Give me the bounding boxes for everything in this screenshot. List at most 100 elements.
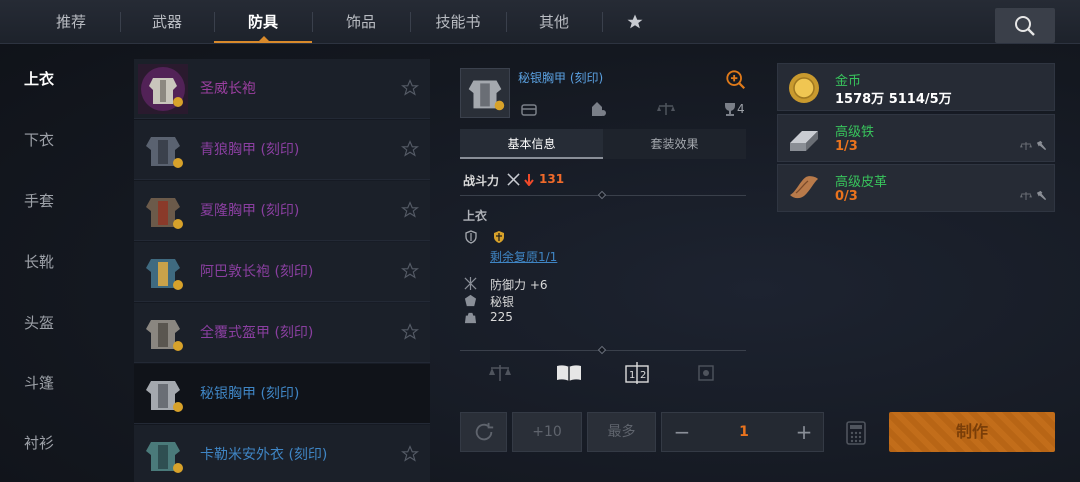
list-item[interactable]: 夏隆胸甲 (刻印) — [134, 181, 430, 241]
material-name: 金币 — [835, 74, 862, 89]
max-button[interactable]: 最多 — [587, 412, 656, 452]
item-name: 阿巴敦长袍 (刻印) — [200, 264, 314, 280]
category-cloak[interactable]: 斗篷 — [0, 372, 78, 393]
defense-icon — [464, 277, 477, 290]
list-item[interactable]: 全覆式盔甲 (刻印) — [134, 303, 430, 363]
tab-recommended[interactable]: 推荐 — [22, 0, 120, 44]
weight-icon — [464, 312, 477, 324]
combat-power-label: 战斗力 — [463, 174, 500, 188]
material-advanced-iron: 高级铁 1/3 — [777, 114, 1055, 162]
quantity-value[interactable]: 1 — [724, 413, 764, 451]
favorite-star-icon[interactable] — [401, 323, 419, 341]
category-shirt[interactable]: 衬衫 — [0, 432, 78, 453]
favorite-star-icon[interactable] — [401, 140, 419, 158]
material-advanced-leather: 高级皮革 0/3 — [777, 164, 1055, 212]
restore-count-link[interactable]: 剩余复原1/1 — [490, 248, 557, 265]
tab-skill-books[interactable]: 技能书 — [410, 0, 506, 44]
gold-coin-icon — [789, 73, 819, 103]
trade-scale-icon — [657, 103, 675, 115]
material-quantity: 1/3 — [835, 139, 858, 154]
refresh-icon — [475, 422, 493, 441]
hammer-icon — [1036, 140, 1047, 151]
item-name: 青狼胸甲 (刻印) — [200, 142, 300, 158]
item-name: 圣威长袍 — [200, 81, 256, 97]
tab-weapons[interactable]: 武器 — [120, 0, 214, 44]
category-boots[interactable]: 长靴 — [0, 251, 78, 272]
list-item-selected[interactable]: 秘银胸甲 (刻印) — [134, 364, 430, 424]
svg-text:1: 1 — [629, 370, 635, 381]
top-tab-bar: 推荐 武器 防具 饰品 技能书 其他 — [0, 0, 1080, 44]
combat-power-value: 131 — [539, 172, 565, 186]
search-icon — [1015, 16, 1035, 36]
material-quantity: 0/3 — [835, 189, 858, 204]
trade-scale-icon — [1020, 142, 1032, 150]
material-icon — [464, 294, 477, 307]
category-helmet[interactable]: 头盔 — [0, 312, 78, 333]
list-item[interactable]: 阿巴敦长袍 (刻印) — [134, 242, 430, 302]
material-quantity: 1578万 5114/5万 — [835, 92, 952, 107]
calculator-icon[interactable] — [846, 421, 866, 445]
item-thumbnail — [138, 430, 188, 480]
hammer-icon — [1036, 190, 1047, 201]
list-item[interactable]: 青狼胸甲 (刻印) — [134, 120, 430, 180]
arrow-down-icon — [524, 174, 534, 186]
tab-accessories[interactable]: 饰品 — [312, 0, 410, 44]
active-tab-caret — [259, 36, 269, 41]
quantity-stepper[interactable]: − 1 + — [661, 412, 824, 452]
trade-count: 4 — [737, 102, 745, 116]
star-icon — [627, 14, 643, 29]
list-item[interactable]: 卡勒米安外衣 (刻印) — [134, 425, 430, 482]
plus-ten-button[interactable]: +10 — [512, 412, 582, 452]
detail-subtabs: 基本信息 套装效果 — [460, 129, 746, 159]
category-tops[interactable]: 上衣 — [0, 68, 78, 89]
item-name: 秘银胸甲 (刻印) — [200, 386, 300, 402]
favorite-star-icon[interactable] — [401, 445, 419, 463]
material-name: 高级铁 — [835, 125, 875, 140]
item-name: 夏隆胸甲 (刻印) — [200, 203, 300, 219]
disabled-action-icon[interactable] — [698, 365, 714, 381]
tab-others[interactable]: 其他 — [506, 0, 602, 44]
item-thumbnail — [138, 247, 188, 297]
detail-item-thumbnail — [460, 68, 510, 118]
item-thumbnail — [138, 125, 188, 175]
material-gold: 金币 1578万 5114/5万 — [777, 63, 1055, 111]
tab-set-effect[interactable]: 套装效果 — [603, 129, 746, 159]
svg-text:2: 2 — [640, 370, 646, 381]
item-name: 全覆式盔甲 (刻印) — [200, 325, 314, 341]
compare-ratio-icon[interactable]: 12 — [625, 362, 649, 384]
repair-icon — [592, 102, 606, 116]
leather-scroll-icon — [790, 176, 818, 199]
trade-scale-icon[interactable] — [489, 364, 511, 382]
favorite-star-icon[interactable] — [401, 201, 419, 219]
trade-scale-icon — [1020, 192, 1032, 200]
material-name: 高级皮革 — [835, 175, 888, 190]
item-name: 卡勒米安外衣 (刻印) — [200, 447, 328, 463]
item-thumbnail — [138, 64, 188, 114]
engrave-crest-icon — [494, 231, 504, 243]
decrement-button[interactable]: − — [670, 413, 694, 451]
shield-icon — [465, 230, 477, 244]
favorite-star-icon[interactable] — [401, 262, 419, 280]
item-thumbnail — [138, 186, 188, 236]
active-tab-underline — [214, 41, 312, 43]
zoom-in-icon[interactable] — [725, 69, 747, 91]
tab-basic-info[interactable]: 基本信息 — [460, 129, 603, 159]
item-list[interactable]: 圣威长袍 青狼胸甲 (刻印) 夏隆胸甲 (刻印) 阿巴敦长袍 (刻印) 全覆式盔… — [134, 44, 430, 482]
item-thumbnail — [138, 369, 188, 419]
search-button[interactable] — [995, 8, 1055, 43]
stat-material: 秘银 — [490, 295, 515, 309]
reset-button[interactable] — [460, 412, 507, 452]
category-bottoms[interactable]: 下衣 — [0, 129, 78, 150]
craft-button[interactable]: 制作 — [889, 412, 1055, 452]
category-gloves[interactable]: 手套 — [0, 190, 78, 211]
detail-item-name: 秘银胸甲 (刻印) — [518, 71, 604, 85]
book-icon[interactable] — [556, 364, 582, 382]
slot-label: 上衣 — [463, 209, 488, 223]
list-item[interactable]: 圣威长袍 — [134, 59, 430, 119]
increment-button[interactable]: + — [792, 413, 816, 451]
iron-ingot-icon — [790, 131, 818, 151]
favorite-star-icon[interactable] — [401, 79, 419, 97]
chest-icon — [521, 104, 537, 116]
tab-favorites[interactable] — [602, 0, 668, 44]
trophy-icon — [725, 103, 735, 116]
